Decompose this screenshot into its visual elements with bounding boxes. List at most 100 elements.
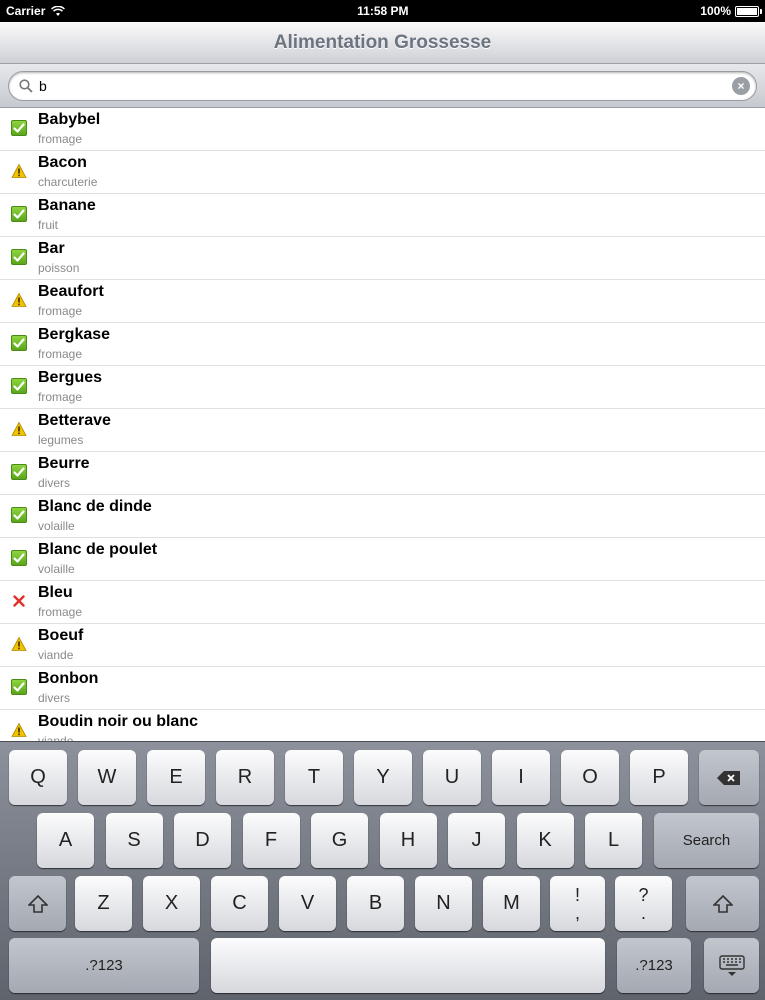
status-bar: Carrier 11:58 PM 100% (0, 0, 765, 22)
key-g[interactable]: G (311, 813, 368, 868)
key-p[interactable]: P (630, 750, 688, 805)
list-item[interactable]: Betterave legumes (0, 409, 765, 452)
item-category: viande (38, 734, 74, 741)
warning-icon (11, 722, 27, 738)
warning-icon (11, 163, 27, 179)
item-category: divers (38, 691, 71, 705)
item-title: Beaufort (38, 283, 104, 300)
shift-key-left[interactable] (9, 876, 66, 931)
list-item[interactable]: Blanc de dinde volaille (0, 495, 765, 538)
checkmark-icon (11, 378, 27, 394)
item-category: divers (38, 476, 71, 490)
key-i[interactable]: I (492, 750, 550, 805)
list-item[interactable]: Banane fruit (0, 194, 765, 237)
key-glyph-top: ! (574, 884, 580, 905)
key-r[interactable]: R (216, 750, 274, 805)
warning-icon (11, 421, 27, 437)
status-left: Carrier (6, 4, 66, 18)
key-glyph-bottom: , (574, 902, 580, 923)
key-o[interactable]: O (561, 750, 619, 805)
key-c[interactable]: C (211, 876, 268, 931)
list-item[interactable]: Blanc de poulet volaille (0, 538, 765, 581)
key-j[interactable]: J (448, 813, 505, 868)
warning-icon (11, 636, 27, 652)
search-key[interactable]: Search (654, 813, 759, 868)
key-k[interactable]: K (516, 813, 574, 868)
item-category: fromage (38, 347, 83, 361)
key-q[interactable]: Q (9, 750, 67, 805)
item-title: Boudin noir ou blanc (38, 713, 198, 730)
key-a[interactable]: A (37, 813, 94, 868)
navigation-bar: Alimentation Grossesse (0, 22, 765, 64)
key-x[interactable]: X (143, 876, 200, 931)
battery-percent: 100% (700, 4, 731, 18)
checkmark-icon (11, 335, 27, 351)
key-d[interactable]: D (174, 813, 231, 868)
list-item[interactable]: Beurre divers (0, 452, 765, 495)
key-question-period[interactable]: ?. (615, 876, 672, 931)
list-item[interactable]: Bar poisson (0, 237, 765, 280)
keyboard: Q W E R T Y U I O P A S D F G H J K L Search Z X C V B N M!,?. .?12… (0, 741, 765, 1000)
item-title: Beurre (38, 455, 90, 472)
key-glyph-top: ? (638, 884, 649, 905)
list-item[interactable]: Babybel fromage (0, 108, 765, 151)
item-category: fromage (38, 304, 83, 318)
backspace-key[interactable] (699, 750, 759, 805)
checkmark-icon (11, 249, 27, 265)
item-title: Blanc de dinde (38, 498, 152, 515)
cross-icon (11, 593, 27, 609)
numbers-key-right[interactable]: .?123 (617, 938, 691, 993)
key-b[interactable]: B (347, 876, 404, 931)
list-item[interactable]: Boudin noir ou blanc viande (0, 710, 765, 741)
item-category: charcuterie (38, 175, 98, 189)
shift-key-right[interactable] (686, 876, 759, 931)
item-category: legumes (38, 433, 84, 447)
hide-keyboard-key[interactable] (704, 938, 759, 993)
checkmark-icon (11, 550, 27, 566)
item-title: Betterave (38, 412, 111, 429)
key-f[interactable]: F (242, 813, 300, 868)
item-category: volaille (38, 562, 75, 576)
item-title: Babybel (38, 111, 101, 128)
list-item[interactable]: Bacon charcuterie (0, 151, 765, 194)
shift-icon (27, 894, 48, 913)
key-glyph-bottom: . (640, 902, 646, 923)
list-item[interactable]: Bergkase fromage (0, 323, 765, 366)
list-item[interactable]: Bergues fromage (0, 366, 765, 409)
search-query[interactable]: b (39, 78, 732, 94)
clock: 11:58 PM (357, 4, 409, 18)
key-s[interactable]: S (105, 813, 163, 868)
key-h[interactable]: H (379, 813, 437, 868)
key-w[interactable]: W (78, 750, 136, 805)
food-list[interactable]: Babybel fromage Bacon charcuterie Banane frui… (0, 108, 765, 741)
clear-search-button[interactable]: × (732, 77, 750, 95)
list-item[interactable]: Bonbon divers (0, 667, 765, 710)
checkmark-icon (11, 464, 27, 480)
key-m[interactable]: M (483, 876, 540, 931)
list-item[interactable]: Bleu fromage (0, 581, 765, 624)
carrier-label: Carrier (6, 4, 46, 18)
checkmark-icon (11, 507, 27, 523)
key-v[interactable]: V (279, 876, 336, 931)
item-category: fromage (38, 605, 83, 619)
space-bar[interactable] (211, 938, 605, 993)
key-t[interactable]: T (285, 750, 343, 805)
list-item[interactable]: Boeuf viande (0, 624, 765, 667)
search-input[interactable]: b × (8, 71, 757, 101)
list-item[interactable]: Beaufort fromage (0, 280, 765, 323)
shift-icon (712, 894, 733, 913)
key-y[interactable]: Y (354, 750, 412, 805)
close-icon: × (737, 79, 745, 93)
key-l[interactable]: L (585, 813, 642, 868)
search-bar: b × (0, 64, 765, 108)
key-n[interactable]: N (415, 876, 472, 931)
key-z[interactable]: Z (75, 876, 132, 931)
key-u[interactable]: U (423, 750, 481, 805)
key-e[interactable]: E (147, 750, 205, 805)
item-title: Bonbon (38, 670, 99, 687)
key-exclamation-comma[interactable]: !, (550, 876, 605, 931)
item-category: volaille (38, 519, 75, 533)
numbers-key-left[interactable]: .?123 (9, 938, 199, 993)
item-category: fromage (38, 390, 83, 404)
item-title: Bleu (38, 584, 73, 601)
